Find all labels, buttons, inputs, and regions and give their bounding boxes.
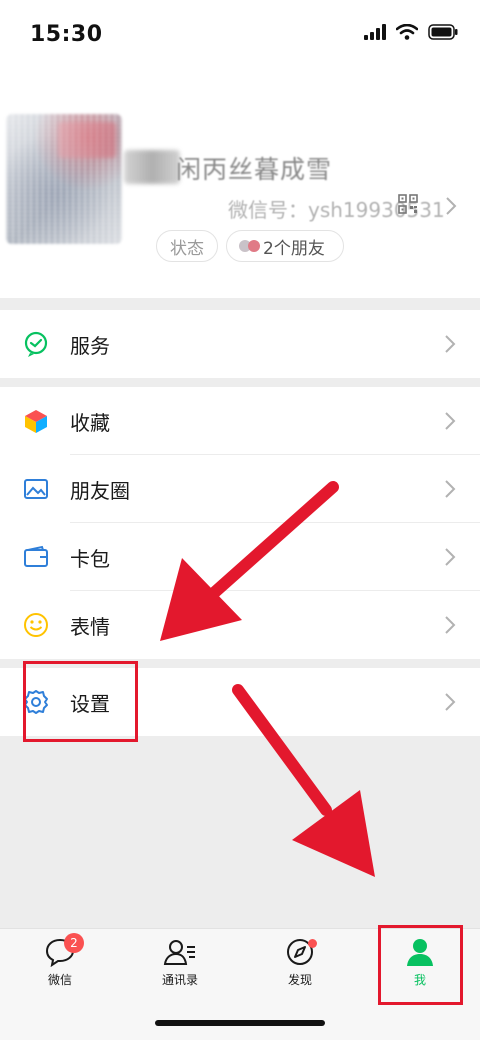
menu-item-label: 卡包 — [70, 546, 110, 571]
contacts-icon — [163, 940, 195, 965]
home-indicator — [155, 1020, 325, 1026]
me-tab-highlight-box — [378, 925, 463, 1005]
status-bar: 15:30 — [0, 0, 480, 70]
chevron-right-icon — [445, 548, 456, 566]
friend-avatars-icon — [239, 240, 260, 252]
tab-label: 通讯录 — [161, 973, 198, 987]
menu-item-cards[interactable]: 卡包 — [0, 523, 480, 591]
blurred-name-overlay — [124, 150, 180, 184]
chevron-right-icon — [445, 412, 456, 430]
unread-badge: 2 — [64, 933, 84, 953]
status-chip[interactable]: 状态 — [156, 230, 218, 262]
status-chip-label: 状态 — [170, 238, 204, 259]
friends-chip-label: 2个朋友 — [263, 238, 325, 259]
tab-chats[interactable]: 2 微信 — [20, 933, 100, 1001]
menu-group-main: 收藏 朋友圈 卡包 表情 — [0, 387, 480, 659]
chevron-right-icon — [445, 335, 456, 353]
cube-icon — [22, 407, 50, 435]
settings-highlight-box — [23, 661, 138, 742]
status-icons — [364, 24, 458, 40]
chevron-right-icon — [445, 480, 456, 498]
friends-chip[interactable]: 2个朋友 — [226, 230, 344, 262]
profile-nickname: 闲丙丝暮成雪 — [176, 155, 333, 184]
new-content-dot — [308, 939, 317, 948]
menu-item-label: 服务 — [70, 333, 110, 358]
photo-icon — [22, 475, 50, 503]
blurred-avatar-overlay — [58, 122, 116, 158]
signal-icon — [364, 24, 386, 40]
chevron-right-icon — [445, 693, 456, 711]
chevron-right-icon — [445, 616, 456, 634]
menu-item-moments[interactable]: 朋友圈 — [0, 455, 480, 523]
wallet-icon — [22, 543, 50, 571]
menu-item-label: 表情 — [70, 614, 110, 639]
profile-header[interactable]: 闲丙丝暮成雪 微信号：ysh19930531 状态 2个朋友 — [0, 70, 480, 298]
status-time: 15:30 — [30, 22, 103, 47]
qr-code-icon[interactable] — [398, 194, 418, 214]
chevron-right-icon — [446, 197, 457, 215]
tab-discover[interactable]: 发现 — [260, 937, 340, 1001]
menu-item-label: 收藏 — [70, 410, 110, 435]
wifi-icon — [396, 24, 418, 40]
services-icon — [22, 330, 50, 358]
menu-item-favorites[interactable]: 收藏 — [0, 387, 480, 455]
battery-icon — [428, 24, 458, 40]
smiley-icon — [22, 611, 50, 639]
tab-contacts[interactable]: 通讯录 — [140, 937, 220, 1001]
menu-item-stickers[interactable]: 表情 — [0, 591, 480, 659]
menu-group-services: 服务 — [0, 310, 480, 378]
menu-item-services[interactable]: 服务 — [0, 310, 480, 378]
tab-label: 微信 — [47, 973, 72, 987]
tab-label: 发现 — [287, 973, 312, 987]
menu-item-label: 朋友圈 — [70, 478, 130, 503]
